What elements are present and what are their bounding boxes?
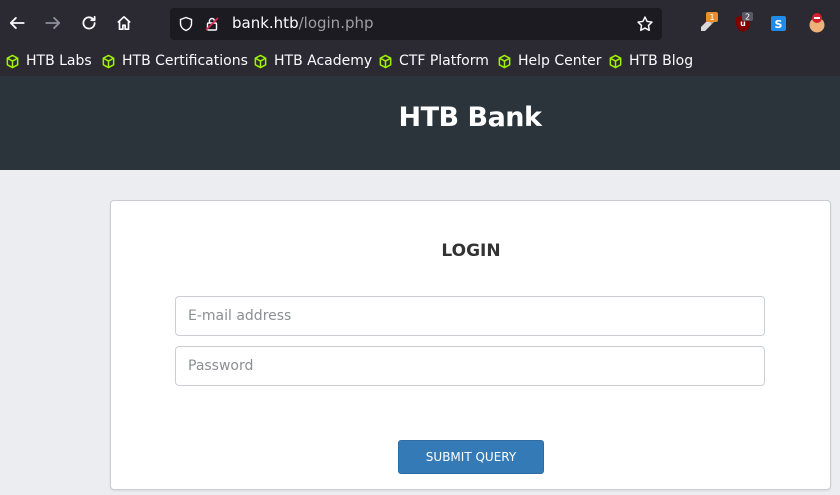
bookmark-htb-academy[interactable]: HTB Academy	[253, 51, 372, 71]
extension-1-button[interactable]: 1	[698, 12, 720, 34]
htb-cube-icon	[6, 54, 19, 68]
arrow-left-icon	[9, 17, 25, 29]
bookmark-label: HTB Labs	[26, 53, 92, 69]
login-card: LOGIN SUBMIT QUERY	[110, 200, 831, 490]
shield-icon[interactable]	[178, 16, 194, 32]
home-button[interactable]	[111, 10, 137, 36]
browser-toolbar: bank.htb/login.php 1 u2 S	[0, 0, 840, 46]
site-title: HTB Bank	[398, 102, 542, 133]
bookmark-label: CTF Platform	[399, 53, 489, 69]
htb-cube-icon	[498, 54, 511, 68]
extension-s-icon: S	[771, 16, 786, 31]
extension-s-button[interactable]: S	[768, 12, 790, 34]
reload-icon	[82, 15, 96, 30]
extension-4-button[interactable]	[806, 12, 828, 34]
bookmark-htb-blog[interactable]: HTB Blog	[608, 51, 693, 71]
htb-cube-icon	[102, 54, 115, 68]
bookmark-label: HTB Blog	[629, 53, 694, 69]
bookmark-ctf-platform[interactable]: CTF Platform	[378, 51, 489, 71]
url-path: /login.php	[298, 14, 374, 32]
site-header: HTB Bank	[0, 76, 840, 170]
password-field[interactable]	[175, 346, 765, 386]
svg-text:S: S	[775, 18, 783, 31]
htb-cube-icon	[609, 54, 622, 68]
bookmark-star-icon[interactable]	[636, 15, 654, 33]
login-title: LOGIN	[441, 241, 501, 261]
extension-1-icon: 1	[701, 12, 718, 31]
bookmarks-bar: HTB Labs HTB Certifications HTB Academy …	[0, 46, 840, 76]
bookmark-htb-labs[interactable]: HTB Labs	[5, 51, 92, 71]
extension-4-icon	[809, 13, 825, 33]
htb-cube-icon	[254, 54, 267, 68]
reload-button[interactable]	[76, 10, 102, 36]
bookmark-htb-certifications[interactable]: HTB Certifications	[101, 51, 248, 71]
bookmark-label: HTB Academy	[274, 53, 373, 69]
url-text[interactable]: bank.htb/login.php	[232, 14, 374, 32]
email-field[interactable]	[175, 296, 765, 336]
submit-button[interactable]: SUBMIT QUERY	[398, 440, 544, 474]
htb-cube-icon	[379, 54, 392, 68]
home-icon	[117, 15, 131, 31]
url-host: bank.htb	[232, 14, 299, 32]
insecure-lock-icon[interactable]	[204, 16, 220, 32]
forward-button[interactable]	[40, 10, 66, 36]
ublock-button[interactable]: u2	[733, 12, 755, 34]
address-bar[interactable]: bank.htb/login.php	[170, 8, 662, 40]
arrow-right-icon	[45, 17, 61, 29]
bookmark-label: HTB Certifications	[122, 53, 248, 69]
back-button[interactable]	[4, 10, 30, 36]
ublock-icon: u2	[736, 12, 753, 32]
bookmark-label: Help Center	[518, 53, 602, 69]
extension-1-badge: 1	[709, 13, 714, 22]
bookmark-help-center[interactable]: Help Center	[497, 51, 602, 71]
ublock-badge: 2	[745, 13, 750, 22]
